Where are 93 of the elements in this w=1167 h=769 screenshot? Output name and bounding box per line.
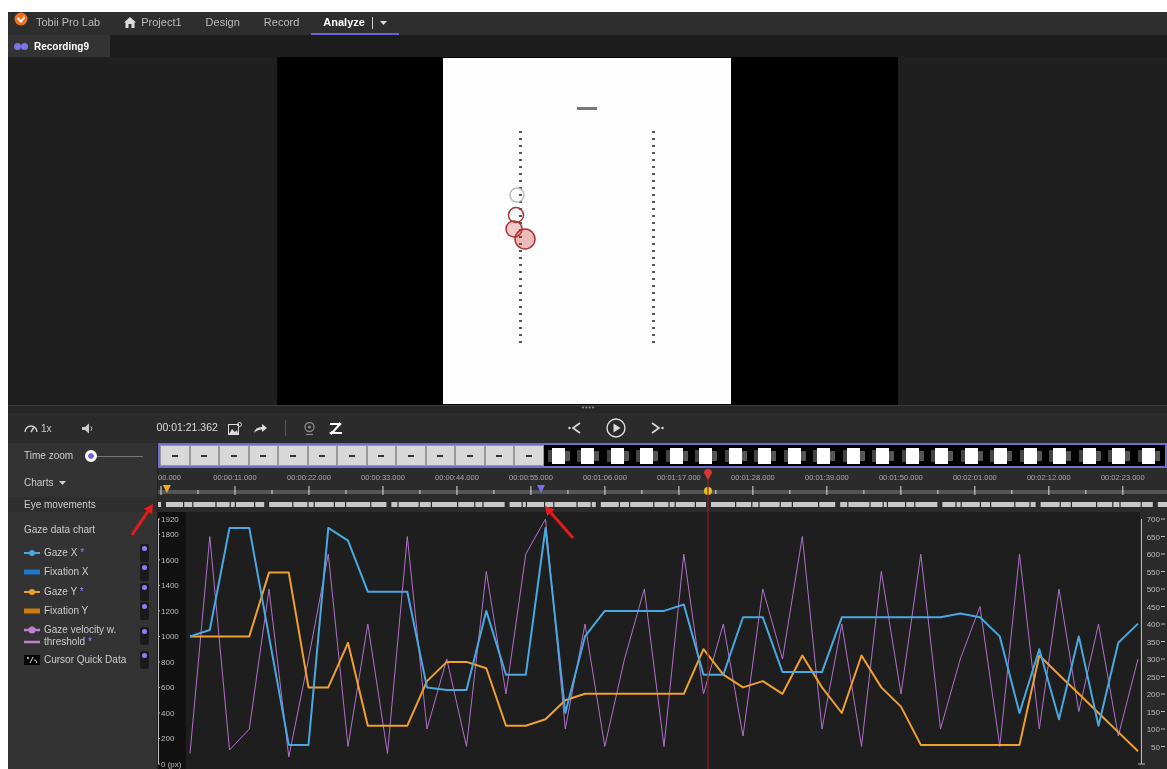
playback-time: 00:01:21.362: [156, 420, 218, 436]
axis-label: 600: [1146, 550, 1160, 559]
axis-label: 1800: [161, 530, 179, 540]
annotation-arrow: [130, 504, 153, 536]
crossed-arrows-icon: [328, 421, 343, 435]
nav-tab[interactable]: Project1: [112, 12, 194, 35]
axis-label: 700: [1146, 515, 1160, 524]
time-zoom-label: Time zoom: [24, 449, 74, 463]
event-marker[interactable]: [703, 487, 712, 495]
visibility-toggle[interactable]: [140, 602, 149, 621]
caret-icon: [379, 20, 387, 25]
visibility-toggle[interactable]: [140, 650, 149, 669]
thumbnail-placeholder: [366, 445, 396, 466]
thumbnail-placeholder: [484, 445, 514, 466]
axis-label: 300: [1146, 655, 1160, 664]
time-marker[interactable]: [162, 485, 171, 493]
axis-label: 200: [161, 734, 175, 744]
thumbnail-placeholder: [425, 445, 455, 466]
axis-label: 200: [1146, 690, 1160, 699]
axis-label: 400: [1146, 620, 1160, 629]
visibility-toggle[interactable]: [140, 563, 149, 582]
annotation-arrow: [545, 506, 575, 539]
axis-label: 650: [1146, 532, 1160, 542]
slider-thumb[interactable]: [85, 449, 98, 462]
thumbnail-placeholder: [189, 445, 219, 466]
gaze-overlay-button[interactable]: [328, 421, 343, 435]
speaker-icon: [81, 422, 93, 434]
timeline-track[interactable]: [158, 490, 1167, 494]
axis-label: 1600: [161, 555, 179, 565]
axis-label: 1400: [161, 581, 179, 591]
play-button[interactable]: [605, 418, 626, 438]
legend-label: Fixation X: [44, 566, 90, 579]
nav-tab[interactable]: Design: [193, 12, 252, 35]
eye-movements-label: Eye movements: [24, 498, 96, 512]
nav-tab[interactable]: Tobii Pro Lab: [28, 12, 113, 35]
axis-label: 500: [1146, 585, 1160, 594]
legend-label: Gaze X *: [44, 546, 86, 559]
axis-label: 350: [1146, 637, 1160, 647]
axis-label: 1920: [161, 515, 179, 524]
legend-label: Gaze velocity w. threshold *: [44, 623, 118, 648]
next-button[interactable]: [649, 422, 664, 434]
axis-label: 1200: [161, 606, 179, 616]
legend-label: Gaze Y *: [44, 585, 85, 598]
axis-label: 150: [1146, 707, 1160, 717]
axis-label: 550: [1146, 567, 1160, 577]
legend-label: Fixation Y: [44, 605, 90, 618]
thumbnail-placeholder: [160, 445, 190, 466]
step-forward-icon: [649, 422, 664, 434]
thumbnail-placeholder: [514, 445, 544, 466]
gauge-icon: [24, 423, 38, 433]
recording-tab[interactable]: Recording9: [8, 35, 110, 57]
thumbnail-placeholder: [278, 445, 308, 466]
webcam-icon: [303, 421, 315, 435]
charts-menu[interactable]: Charts: [24, 475, 67, 490]
nav-tab[interactable]: Record: [251, 12, 312, 35]
caret-icon: [59, 480, 67, 485]
share-button[interactable]: [253, 423, 267, 433]
playhead-handle[interactable]: [703, 469, 712, 480]
forward-arrow-icon: [253, 423, 267, 433]
thumbnail-placeholder: [455, 445, 485, 466]
thumbnail-placeholder: [219, 445, 249, 466]
axis-label: 100: [1146, 725, 1160, 734]
grip-icon: [580, 406, 595, 409]
axis-label: 250: [1146, 672, 1160, 682]
thumbnail-placeholder: [337, 445, 367, 466]
thumbnail-placeholder: [307, 445, 337, 466]
visibility-toggle[interactable]: [140, 543, 149, 562]
volume-button[interactable]: [81, 422, 93, 434]
image-export-icon: [227, 421, 242, 435]
step-back-icon: [567, 422, 582, 434]
axis-label: 0 (px): [161, 760, 182, 769]
axis-label: 600: [161, 683, 175, 693]
play-icon: [605, 418, 626, 438]
visibility-toggle[interactable]: [140, 626, 149, 645]
speed-button[interactable]: 1x: [24, 420, 52, 436]
logo-icon: [14, 12, 28, 26]
recording-icon: [14, 42, 28, 50]
chart-title: Gaze data chart: [24, 523, 97, 537]
previous-button[interactable]: [567, 422, 582, 434]
legend-label: Cursor Quick Data: [44, 653, 128, 666]
axis-label: 1000: [161, 632, 179, 642]
thumbnail-placeholder: [248, 445, 278, 466]
cursor-data-icon: [24, 654, 40, 665]
axis-label: 400: [161, 708, 175, 718]
time-marker[interactable]: [537, 485, 546, 493]
axis-label: 800: [161, 657, 175, 667]
axis-label: 450: [1146, 602, 1160, 612]
snapshot-button[interactable]: [227, 421, 242, 435]
visibility-toggle[interactable]: [140, 582, 149, 601]
thumbnail-placeholder: [396, 445, 426, 466]
webcam-button[interactable]: [303, 421, 315, 435]
home-icon: [124, 17, 137, 28]
axis-label: 50: [1151, 742, 1160, 752]
